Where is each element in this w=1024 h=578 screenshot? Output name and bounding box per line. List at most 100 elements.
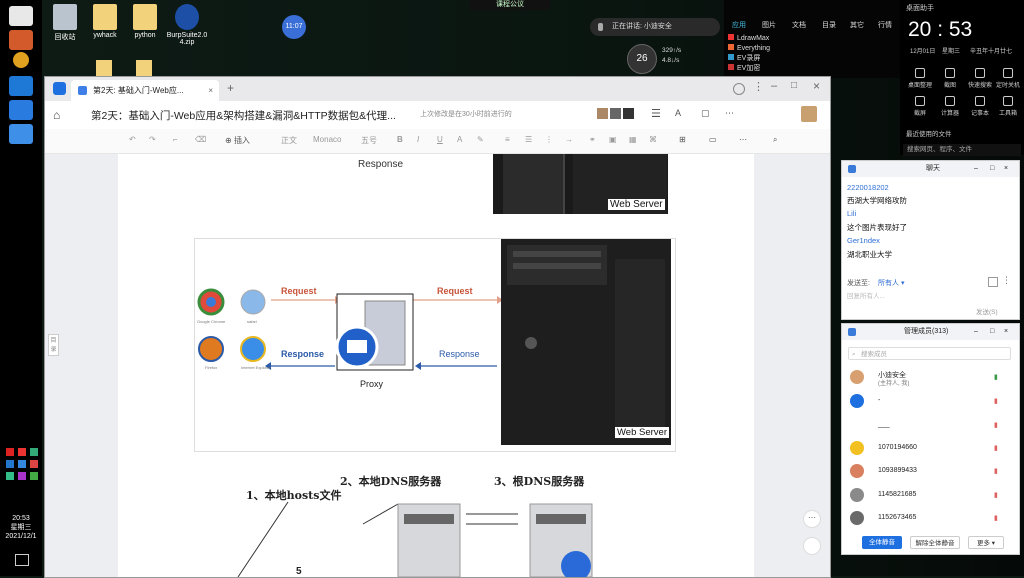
size-select[interactable]: 五号 — [361, 135, 377, 146]
align-icon[interactable]: ≡ — [505, 135, 510, 144]
document-title[interactable]: 第2天：基础入门-Web应用&架构搭建&漏洞&HTTP数据包&代理... — [91, 108, 396, 123]
new-tab-icon[interactable]: + — [227, 81, 234, 95]
quick-shutdown-timer[interactable]: 定时关机 — [994, 68, 1022, 89]
members-maximize-icon[interactable]: □ — [990, 324, 994, 340]
tab-document[interactable]: 第2天: 基础入门-Web应... × — [71, 80, 219, 101]
numbered-list-icon[interactable]: ⋮ — [545, 135, 553, 144]
close-tab-icon[interactable]: × — [208, 80, 213, 101]
indent-icon[interactable]: → — [565, 135, 573, 144]
fullscreen-icon[interactable] — [803, 537, 821, 555]
font-select[interactable]: Monaco — [313, 135, 341, 144]
app-icon-3[interactable] — [9, 124, 33, 144]
quick-desktop-organize[interactable]: 桌面整理 — [906, 68, 934, 89]
mic-muted-icon[interactable]: ▮ — [994, 467, 998, 475]
format-painter-icon[interactable]: ⌐ — [173, 135, 178, 144]
folder-icon[interactable] — [136, 60, 152, 76]
maximize-icon[interactable]: □ — [791, 80, 797, 91]
timer-badge[interactable]: 11:07 — [282, 15, 306, 39]
insert-menu[interactable]: ⊕ 插入 — [225, 135, 250, 146]
quick-notepad[interactable]: 记事本 — [966, 96, 994, 117]
comment-icon[interactable]: ▢ — [701, 108, 710, 119]
notification-icon[interactable] — [15, 554, 29, 566]
mic-muted-icon[interactable]: ▮ — [994, 444, 998, 452]
minimize-icon[interactable]: – — [771, 80, 777, 92]
view-mode-icon[interactable]: ▭ — [709, 135, 717, 144]
image-icon[interactable] — [988, 277, 998, 287]
list-icon[interactable]: ☰ — [651, 107, 661, 120]
home-icon[interactable]: ⌂ — [53, 108, 60, 122]
member-row[interactable]: 1070194660 ▮ — [848, 441, 1013, 457]
underline-icon[interactable]: U — [437, 135, 443, 144]
send-to-select[interactable]: 所有人 ▾ — [878, 278, 904, 288]
app-logo-icon[interactable] — [53, 82, 66, 95]
redo-icon[interactable]: ↷ — [149, 135, 156, 144]
member-row[interactable]: 1152673465 ▮ — [848, 511, 1013, 527]
list-icon[interactable]: ☰ — [525, 135, 532, 144]
members-minimize-icon[interactable]: – — [974, 324, 978, 340]
desktop-icon-burpsuite-zip[interactable]: BurpSuite2.0 4.zip — [162, 4, 212, 46]
apps-tab-2[interactable]: 文档 — [792, 20, 806, 30]
style-select[interactable]: 正文 — [281, 135, 297, 146]
user-avatar[interactable] — [801, 106, 817, 122]
chat-more-icon[interactable]: ⋮ — [1002, 275, 1011, 286]
apps-tab-4[interactable]: 其它 — [850, 20, 864, 30]
toolbar-more-icon[interactable]: ⋯ — [739, 135, 747, 144]
more-button[interactable]: 更多 ▾ — [968, 536, 1004, 549]
chat-maximize-icon[interactable]: □ — [990, 161, 994, 177]
link-icon[interactable]: ⚭ — [589, 135, 596, 144]
tencent-meeting-icon[interactable] — [9, 76, 33, 96]
more-icon[interactable]: ⋯ — [725, 108, 734, 119]
italic-icon[interactable]: I — [417, 135, 419, 144]
taskbar-clock[interactable]: 20:53 星期三 2021/12/1 — [0, 514, 42, 541]
quick-search[interactable]: 快速搜索 — [966, 68, 994, 89]
highlight-icon[interactable]: ✎ — [477, 135, 484, 144]
menu-icon[interactable]: ⋮ — [753, 80, 764, 93]
chat-input[interactable]: 回复所有人... — [847, 290, 885, 300]
microphone-icon[interactable]: ▮ — [994, 373, 998, 381]
collaborator-avatars[interactable] — [597, 108, 647, 120]
desktop-search-input[interactable]: 搜索网页、程序、文件 — [903, 144, 1021, 156]
text-format-icon[interactable]: A — [675, 108, 681, 118]
bold-icon[interactable]: B — [397, 135, 403, 144]
member-row[interactable]: 1145821685 ▮ — [848, 488, 1013, 504]
weather-badge[interactable]: 26 — [627, 44, 657, 74]
apps-item[interactable]: EV录屏 — [728, 54, 770, 64]
app-icon-1[interactable] — [9, 30, 33, 50]
chat-minimize-icon[interactable]: – — [974, 161, 978, 177]
apps-item[interactable]: EV加密 — [728, 64, 770, 74]
member-row[interactable]: ___ ▮ — [848, 418, 1013, 434]
member-row[interactable]: 小迪安全 (主持人, 我) ▮ — [848, 370, 1013, 387]
close-window-icon[interactable]: × — [813, 79, 820, 93]
apps-item[interactable]: LdrawMax — [728, 34, 770, 44]
apps-tab-3[interactable]: 目录 — [822, 20, 836, 30]
code-icon[interactable]: ⌘ — [649, 135, 657, 144]
windows-start-icon[interactable] — [9, 6, 33, 26]
app-icon-2[interactable] — [9, 100, 33, 120]
mic-muted-icon[interactable]: ▮ — [994, 491, 998, 499]
apps-tab-0[interactable]: 应用 — [732, 20, 746, 30]
undo-icon[interactable]: ↶ — [129, 135, 136, 144]
more-options-icon[interactable]: ⋯ — [803, 510, 821, 528]
outline-handle[interactable]: 目录 — [48, 334, 59, 356]
history-icon[interactable] — [733, 83, 745, 95]
recent-files-label[interactable]: 最近使用的文件 — [906, 128, 952, 138]
table-icon[interactable]: ▦ — [629, 135, 637, 144]
member-search-input[interactable]: ⌕ 搜索成员 — [848, 347, 1011, 360]
mic-muted-icon[interactable]: ▮ — [994, 397, 998, 405]
members-close-icon[interactable]: × — [1004, 324, 1008, 340]
apps-tab-1[interactable]: 图片 — [762, 20, 776, 30]
find-icon[interactable]: ⌕ — [773, 135, 777, 145]
quick-capture[interactable]: 截屏 — [906, 96, 934, 117]
mute-all-button[interactable]: 全体静音 — [862, 536, 902, 549]
send-button[interactable]: 发送(S) — [976, 306, 998, 316]
member-row[interactable]: 1093899433 ▮ — [848, 464, 1013, 480]
quick-calculator[interactable]: 计算器 — [936, 96, 964, 117]
chrome-icon[interactable] — [13, 52, 29, 68]
unmute-all-button[interactable]: 解除全体静音 — [910, 536, 960, 549]
image-icon[interactable]: ▣ — [609, 135, 617, 144]
apps-tab-5[interactable]: 行情 — [878, 20, 892, 30]
folder-icon[interactable] — [96, 60, 112, 76]
clear-format-icon[interactable]: ⌫ — [195, 135, 206, 144]
quick-screenshot[interactable]: 截图 — [936, 68, 964, 89]
font-color-icon[interactable]: A — [457, 135, 462, 144]
